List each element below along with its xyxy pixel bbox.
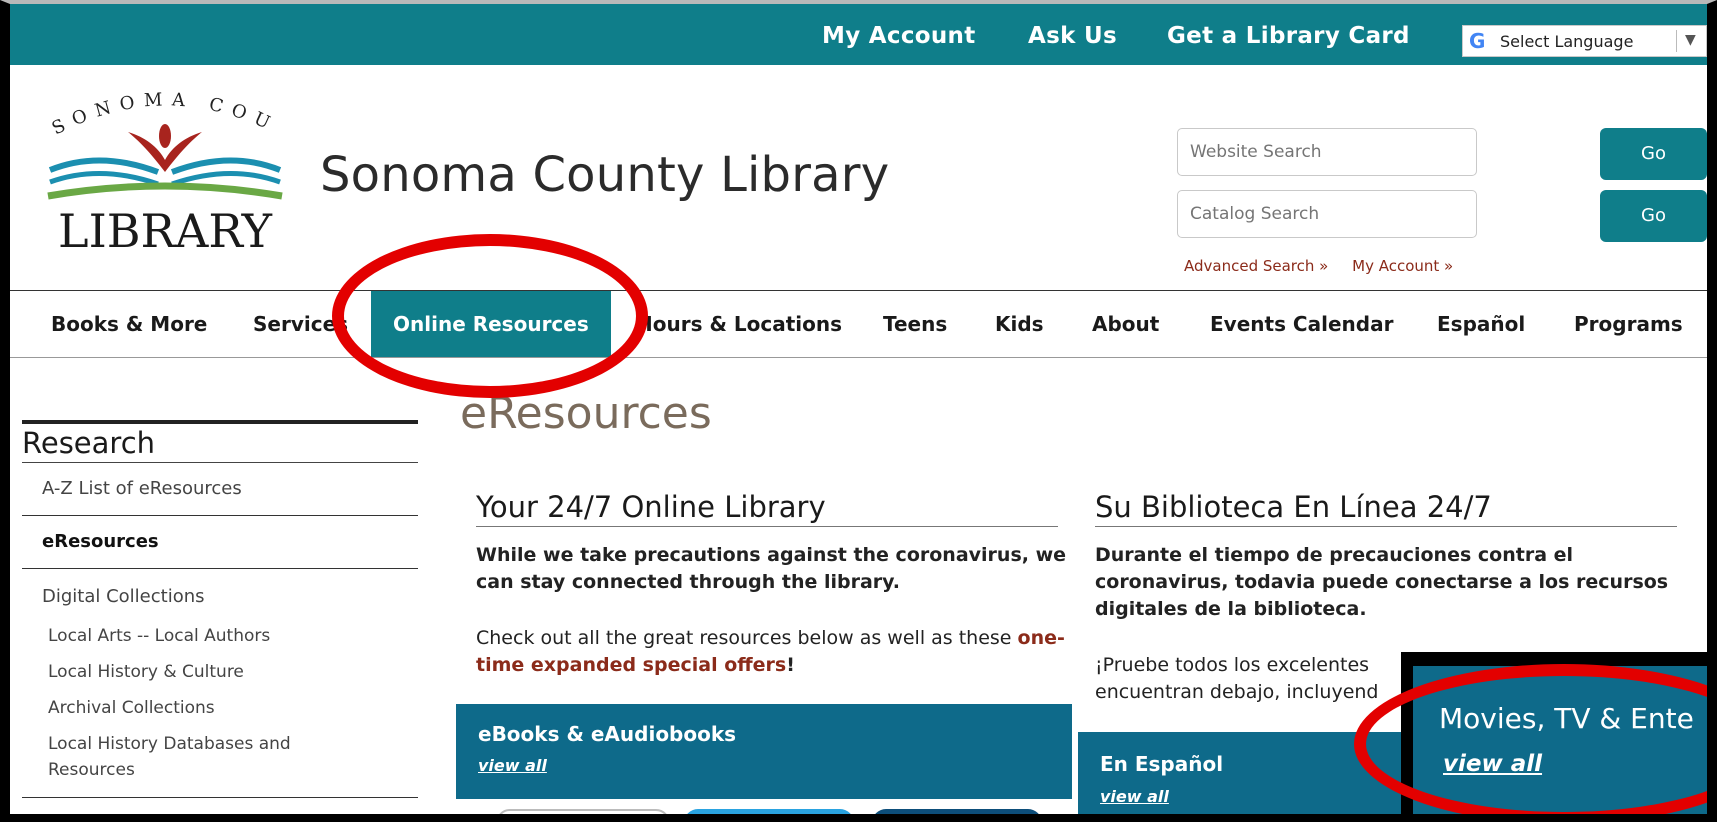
nav-about[interactable]: About <box>1092 291 1159 357</box>
sidebar-title: Research <box>22 424 418 463</box>
nav-hours-locations[interactable]: Hours & Locations <box>636 291 842 357</box>
english-check-out-text: Check out all the great resources below … <box>476 627 1012 649</box>
resource-tile[interactable] <box>496 809 670 814</box>
site-title[interactable]: Sonoma County Library <box>320 147 889 203</box>
website-search-input[interactable] <box>1177 128 1477 176</box>
language-select[interactable]: G Select Language ▼ <box>1462 25 1707 57</box>
espanol-view-all-link[interactable]: view all <box>1100 787 1169 806</box>
espanol-panel-title: En Español <box>1100 752 1224 776</box>
espanol-panel: En Español view all <box>1078 732 1418 814</box>
nav-online-resources[interactable]: Online Resources <box>371 291 611 357</box>
english-check-out-suffix: ! <box>786 654 795 676</box>
spanish-intro: Durante el tiempo de precauciones contra… <box>1095 544 1669 620</box>
catalog-search-go-button[interactable]: Go <box>1600 190 1707 242</box>
nav-teens[interactable]: Teens <box>883 291 947 357</box>
ebooks-panel-title: eBooks & eAudiobooks <box>478 722 737 746</box>
my-account-link[interactable]: My Account <box>822 23 976 49</box>
sidebar-item-digital-collections[interactable]: Digital Collections <box>22 569 418 613</box>
page-title: eResources <box>460 388 712 439</box>
search-my-account-link[interactable]: My Account » <box>1352 257 1453 275</box>
nav-events-calendar[interactable]: Events Calendar <box>1210 291 1393 357</box>
nav-espanol[interactable]: Español <box>1437 291 1525 357</box>
get-library-card-link[interactable]: Get a Library Card <box>1167 23 1410 49</box>
resource-tile[interactable] <box>872 809 1042 814</box>
movies-view-all-link[interactable]: view all <box>1443 751 1542 777</box>
sidebar-divider <box>22 797 418 798</box>
spanish-section-title: Su Biblioteca En Línea 24/7 <box>1095 490 1677 527</box>
main-navigation: Books & More Services Online Resources H… <box>10 290 1707 358</box>
sidebar-subitem-archival[interactable]: Archival Collections <box>22 695 418 721</box>
nav-programs[interactable]: Programs <box>1574 291 1683 357</box>
dropdown-arrow-icon: ▼ <box>1685 32 1696 48</box>
research-sidebar: Research A-Z List of eResources eResourc… <box>22 420 418 798</box>
catalog-search-input[interactable] <box>1177 190 1477 238</box>
advanced-search-link[interactable]: Advanced Search » <box>1184 257 1328 275</box>
sidebar-subitem-local-arts[interactable]: Local Arts -- Local Authors <box>22 623 418 649</box>
movies-panel: Movies, TV & Ente view all <box>1413 666 1707 814</box>
english-section-title: Your 24/7 Online Library <box>476 490 1058 527</box>
english-check-out: Check out all the great resources below … <box>476 625 1076 679</box>
utility-bar: My Account Ask Us Get a Library Card G S… <box>10 4 1707 65</box>
ebooks-tiles <box>456 799 1072 814</box>
sidebar-item-eresources[interactable]: eResources <box>22 516 418 569</box>
resource-tile[interactable] <box>684 809 854 814</box>
sidebar-subitem-local-history[interactable]: Local History & Culture <box>22 659 418 685</box>
nav-kids[interactable]: Kids <box>995 291 1044 357</box>
sidebar-subitem-local-history-databases[interactable]: Local History Databases and Resources <box>22 731 348 783</box>
browser-viewport: My Account Ask Us Get a Library Card G S… <box>0 0 1717 822</box>
nav-services[interactable]: Services <box>253 291 348 357</box>
language-select-label: Select Language <box>1500 32 1634 51</box>
spanish-check-out-line-1: ¡Pruebe todos los excelentes <box>1095 654 1370 676</box>
ebooks-view-all-link[interactable]: view all <box>478 756 547 775</box>
ebooks-panel: eBooks & eAudiobooks view all <box>456 704 1072 799</box>
movies-callout: Movies, TV & Ente view all <box>1401 652 1707 814</box>
movies-panel-title: Movies, TV & Ente <box>1439 702 1694 735</box>
logo-word: LIBRARY <box>58 204 273 258</box>
website-search-go-button[interactable]: Go <box>1600 128 1707 180</box>
english-intro: While we take precautions against the co… <box>476 544 1067 593</box>
sidebar-item-az-list[interactable]: A-Z List of eResources <box>22 463 418 516</box>
ask-us-link[interactable]: Ask Us <box>1028 23 1117 49</box>
nav-books-more[interactable]: Books & More <box>51 291 207 357</box>
spanish-check-out-line-2: encuentran debajo, incluyend <box>1095 681 1379 703</box>
language-select-divider <box>1676 30 1677 52</box>
search-links: Advanced Search » My Account » <box>1184 257 1472 275</box>
google-icon: G <box>1469 29 1486 53</box>
library-logo[interactable]: SONOMA COUNTY LIBRARY <box>40 92 295 262</box>
